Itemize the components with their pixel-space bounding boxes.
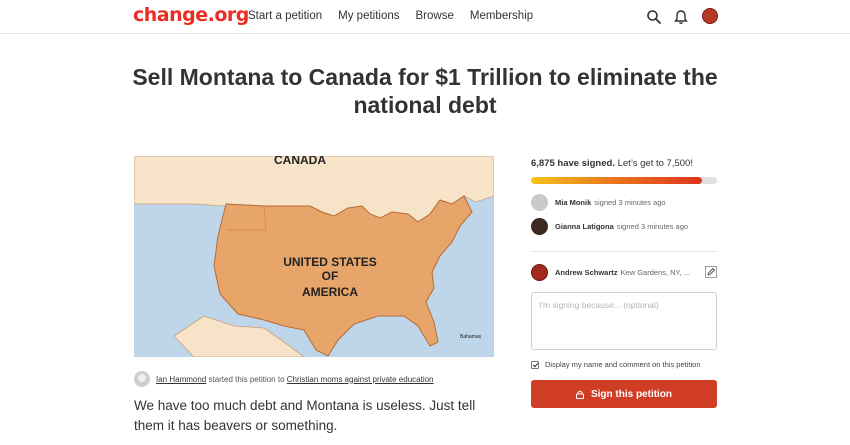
top-header: change.org Start a petition My petitions…: [0, 0, 850, 34]
petition-title: Sell Montana to Canada for $1 Trillion t…: [132, 64, 718, 118]
lock-icon: [575, 390, 584, 399]
map-label-bahamas: Bahamas: [460, 334, 482, 340]
divider: [531, 251, 717, 252]
signer-time: signed 3 minutes ago: [594, 198, 666, 207]
search-icon[interactable]: [646, 9, 662, 25]
logo[interactable]: change.org: [133, 4, 249, 26]
nav-start-petition[interactable]: Start a petition: [248, 10, 322, 22]
bell-icon[interactable]: [673, 9, 689, 25]
current-user-name: Andrew Schwartz: [555, 268, 618, 277]
petition-description: We have too much debt and Montana is use…: [134, 398, 476, 433]
sign-button-label: Sign this petition: [590, 388, 673, 400]
recipient-link[interactable]: Christian moms against private education: [287, 375, 434, 384]
petition-starter: Ian Hammond started this petition to Chr…: [134, 371, 434, 387]
signer-name: Mia Monik: [555, 198, 592, 207]
display-name-label: Display my name and comment on this peti…: [545, 360, 701, 369]
display-name-checkbox-row[interactable]: Display my name and comment on this peti…: [531, 360, 701, 369]
signed-count-value: 6,875 have signed.: [531, 158, 615, 169]
petition-image: CANADA UNITED STATES OF AMERICA Bahamas: [134, 156, 494, 357]
starter-avatar[interactable]: [134, 371, 150, 387]
signature-progress-bar: [531, 177, 717, 184]
current-user-location: Kew Gardens, NY, ...: [620, 268, 690, 277]
current-user: Andrew Schwartz Kew Gardens, NY, ...: [531, 264, 717, 281]
sign-petition-button[interactable]: Sign this petition: [531, 380, 717, 408]
current-user-avatar: [531, 264, 548, 281]
map-label-canada: CANADA: [274, 156, 326, 167]
map-label-usa-2: OF: [322, 269, 339, 283]
main-nav: Start a petition My petitions Browse Mem…: [248, 10, 549, 22]
display-name-checkbox[interactable]: [531, 360, 539, 369]
nav-browse[interactable]: Browse: [416, 10, 454, 22]
signer-avatar: [531, 194, 548, 211]
recent-signer: Gianna Latigona signed 3 minutes ago: [531, 218, 688, 235]
edit-icon[interactable]: [705, 266, 717, 278]
signer-time: signed 3 minutes ago: [616, 222, 689, 231]
signer-name: Gianna Latigona: [555, 222, 614, 231]
map-label-usa-3: AMERICA: [302, 285, 358, 299]
recent-signer: Mia Monik signed 3 minutes ago: [531, 194, 666, 211]
goal-text: Let’s get to 7,500!: [614, 158, 693, 169]
nav-my-petitions[interactable]: My petitions: [338, 10, 399, 22]
starter-name-link[interactable]: Ian Hammond: [156, 375, 206, 384]
nav-membership[interactable]: Membership: [470, 10, 533, 22]
map-label-usa-1: UNITED STATES: [283, 255, 377, 269]
user-avatar[interactable]: [702, 8, 718, 24]
signing-reason-input[interactable]: [531, 292, 717, 350]
signature-count: 6,875 have signed. Let’s get to 7,500!: [531, 158, 693, 169]
progress-fill: [531, 177, 702, 184]
signer-avatar: [531, 218, 548, 235]
starter-text: started this petition to: [206, 374, 287, 384]
